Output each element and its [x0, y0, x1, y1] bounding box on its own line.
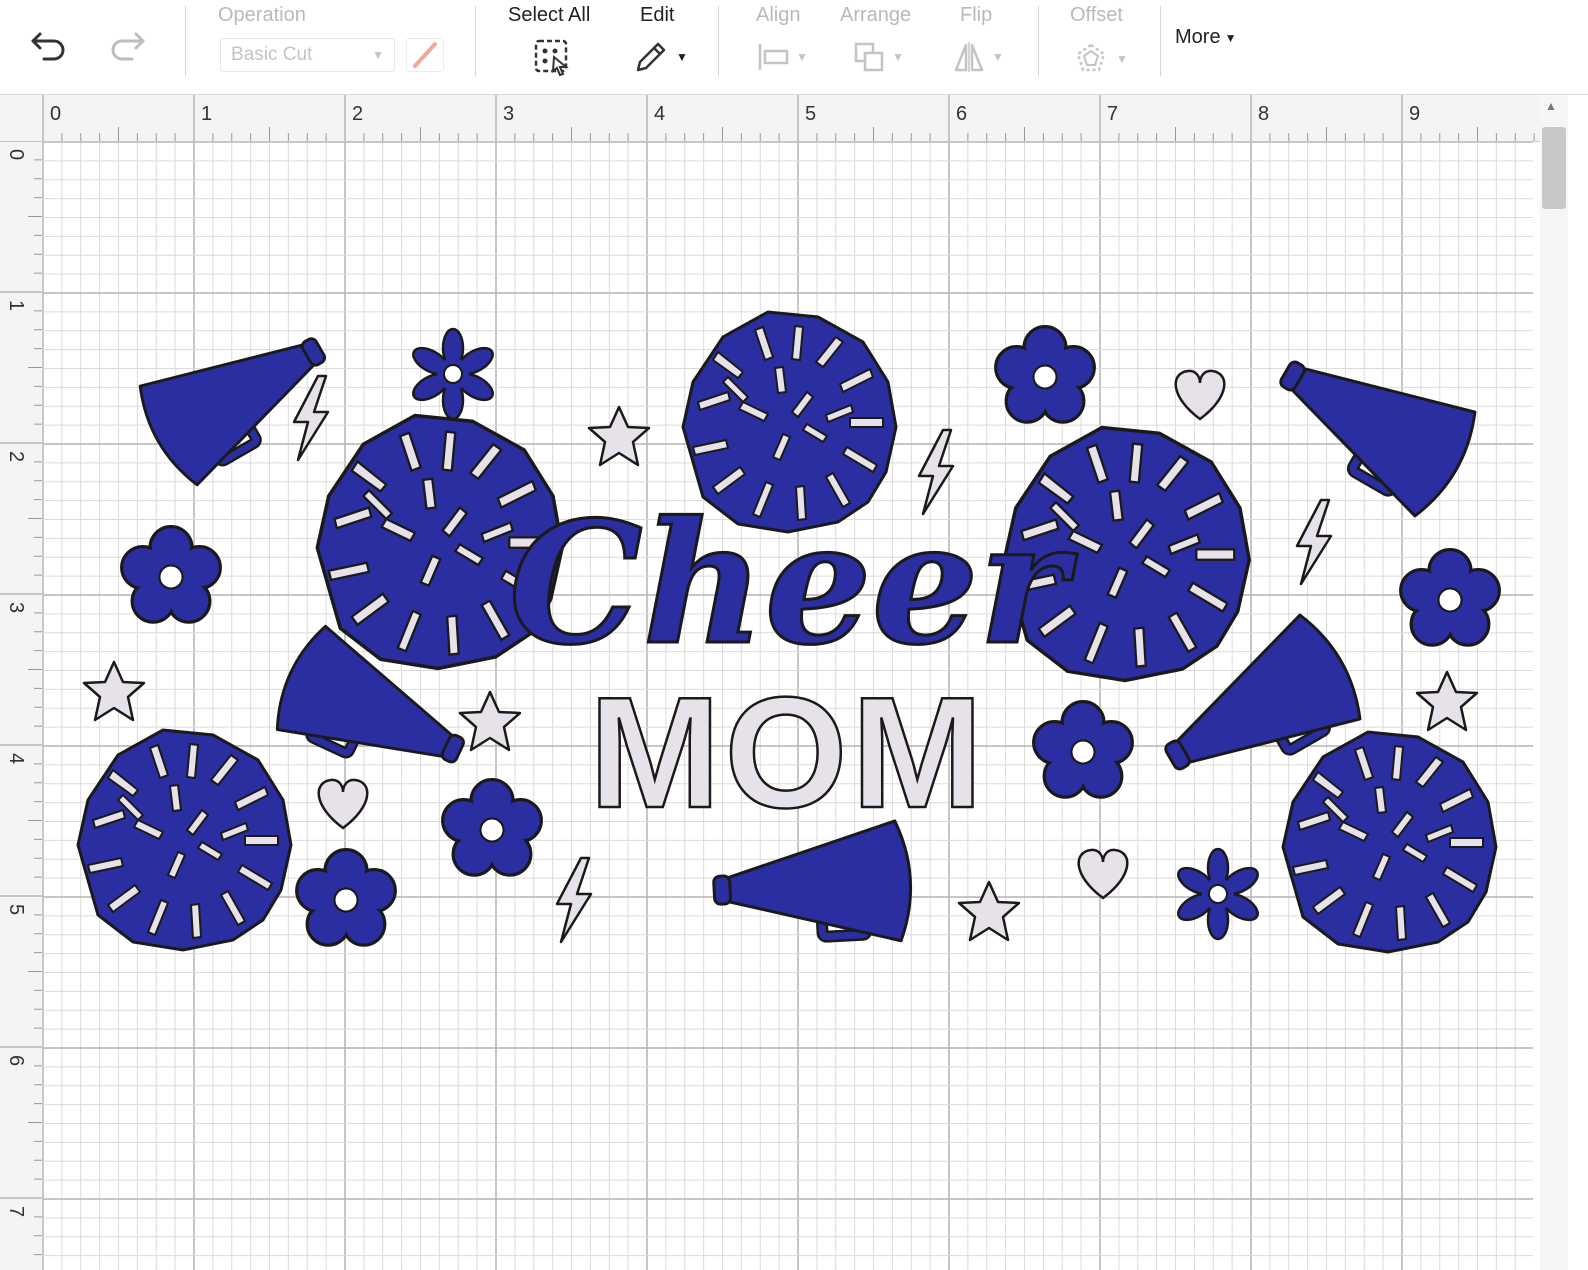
pom-pom-graphic[interactable]: [76, 728, 293, 952]
flower-graphic[interactable]: [120, 525, 222, 624]
redo-icon: [111, 32, 145, 61]
align-label: Align: [756, 4, 801, 26]
select-all-label: Select All: [508, 4, 591, 26]
chevron-down-icon: ▼: [372, 48, 384, 62]
star-graphic[interactable]: [957, 880, 1021, 942]
chevron-down-icon: ▼: [1224, 30, 1237, 45]
align-button[interactable]: ▼: [756, 40, 808, 74]
ruler-number: 6: [956, 103, 967, 125]
operation-label: Operation: [218, 4, 306, 26]
chevron-down-icon: ▼: [892, 50, 904, 64]
pom-pom-graphic[interactable]: [1281, 730, 1498, 954]
edit-label: Edit: [640, 4, 675, 26]
heart-graphic[interactable]: [317, 778, 369, 830]
undo-icon: [31, 32, 65, 61]
toolbar-divider: [475, 6, 476, 76]
toolbar-divider: [1160, 6, 1161, 76]
edit-button[interactable]: ▼: [632, 38, 688, 76]
chevron-down-icon: ▼: [1116, 52, 1128, 66]
pencil-icon: [636, 42, 666, 72]
horizontal-ruler: 0 1 2 3 4 5 6 7 8 9: [0, 95, 1540, 142]
select-all-button[interactable]: [530, 36, 574, 78]
pen-color-button[interactable]: [406, 38, 444, 72]
toolbar-divider: [718, 6, 719, 76]
align-icon: [758, 44, 789, 70]
chevron-down-icon: ▼: [796, 50, 808, 64]
cheer-script-text[interactable]: Cheer: [507, 483, 1079, 684]
star-graphic[interactable]: [1415, 670, 1479, 732]
ruler-number: 1: [201, 103, 212, 125]
ruler-number: 7: [1107, 103, 1118, 125]
flower-graphic[interactable]: [1172, 847, 1264, 941]
lightning-graphic[interactable]: [555, 856, 593, 944]
operation-select[interactable]: Basic Cut ▼: [220, 38, 395, 72]
more-label: More: [1175, 26, 1221, 48]
vertical-scrollbar[interactable]: ▲: [1540, 95, 1568, 1270]
ruler-number: 9: [1409, 103, 1420, 125]
mom-block-text[interactable]: MOM: [588, 664, 987, 843]
vertical-ruler: 0 1 2 3 4 5 6 7: [0, 141, 43, 1270]
flower-graphic[interactable]: [441, 778, 543, 877]
megaphone-graphic[interactable]: [1256, 320, 1486, 522]
ruler-number: 3: [503, 103, 514, 125]
flower-graphic[interactable]: [1032, 700, 1134, 799]
flip-icon: [954, 42, 984, 72]
select-all-icon: [534, 39, 569, 77]
ruler-number: 2: [5, 451, 27, 462]
ruler-number: 8: [1258, 103, 1269, 125]
design-canvas[interactable]: Cheer MOM: [43, 142, 1533, 1270]
toolbar-divider: [185, 6, 186, 76]
lightning-graphic[interactable]: [1295, 498, 1333, 586]
offset-button[interactable]: ▼: [1072, 40, 1128, 78]
scrollbar-thumb[interactable]: [1542, 127, 1566, 209]
arrange-button[interactable]: ▼: [852, 40, 904, 74]
ruler-number: 5: [805, 103, 816, 125]
ruler-number: 5: [5, 904, 27, 915]
ruler-number: 6: [5, 1055, 27, 1066]
heart-graphic[interactable]: [1077, 848, 1129, 900]
ruler-number: 0: [50, 103, 61, 125]
pen-color-icon: [413, 42, 437, 68]
chevron-down-icon: ▼: [992, 50, 1004, 64]
ruler-number: 3: [5, 602, 27, 613]
ruler-number: 0: [5, 149, 27, 160]
star-graphic[interactable]: [82, 660, 146, 722]
arrange-icon: [854, 42, 884, 72]
heart-graphic[interactable]: [1174, 369, 1226, 421]
toolbar: Operation Basic Cut ▼ Select All Edit ▼ …: [0, 0, 1588, 95]
toolbar-divider: [1038, 6, 1039, 76]
star-graphic[interactable]: [587, 405, 651, 467]
flip-label: Flip: [960, 4, 993, 26]
redo-button[interactable]: [104, 24, 150, 64]
operation-value: Basic Cut: [231, 44, 313, 65]
ruler-number: 1: [5, 300, 27, 311]
offset-label: Offset: [1070, 4, 1123, 26]
chevron-down-icon: ▼: [676, 50, 688, 64]
design-artwork[interactable]: Cheer MOM: [43, 142, 1533, 1270]
offset-icon: [1076, 43, 1106, 72]
more-button[interactable]: More ▼: [1175, 26, 1236, 49]
flower-graphic[interactable]: [407, 327, 499, 421]
lightning-graphic[interactable]: [292, 374, 330, 462]
ruler-number: 7: [5, 1206, 27, 1217]
star-graphic[interactable]: [458, 690, 522, 752]
arrange-label: Arrange: [840, 4, 912, 26]
flower-graphic[interactable]: [295, 848, 397, 947]
ruler-number: 4: [654, 103, 665, 125]
undo-button[interactable]: [26, 24, 72, 64]
ruler-number: 4: [5, 753, 27, 764]
flip-button[interactable]: ▼: [952, 40, 1004, 74]
scroll-up-arrow-icon[interactable]: ▲: [1545, 99, 1557, 113]
flower-graphic[interactable]: [994, 325, 1096, 424]
ruler-number: 2: [352, 103, 363, 125]
flower-graphic[interactable]: [1399, 548, 1501, 647]
